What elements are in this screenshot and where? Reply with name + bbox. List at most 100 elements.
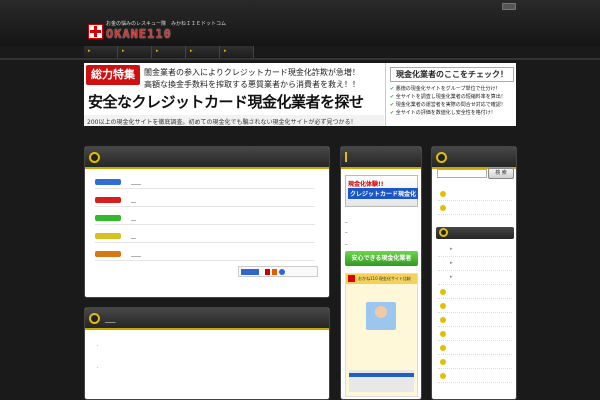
panel-header [432, 147, 516, 169]
checklist: 悪徳の現金化サイトをグループ単位で仕分け！ 全サイトを調査し現金化業者の短縮料率… [390, 85, 516, 117]
panel-header: ___ [85, 308, 329, 330]
thumbnail-footer [349, 370, 414, 392]
checklist-item: 全サイトの評価を数値化し安全性を格付け！ [390, 109, 516, 117]
panel-header [85, 147, 329, 169]
bullet-icon [440, 317, 446, 323]
nav-item-2[interactable]: ▸ [118, 46, 152, 58]
site-logo[interactable]: お金の悩みのレスキュー隊 みかねＩＩＥドットコム OKANE110 [88, 20, 238, 42]
nav-arrow-icon: ▸ [190, 48, 193, 54]
sidebar-subheader [436, 227, 514, 239]
thumbnail-header: おかね110 現金化サイト比較 [346, 274, 417, 284]
feature-banner[interactable]: 総力特集 闇金業者の参入によりクレジットカード現金化詐欺が急増！ 高額な換金手数… [84, 63, 516, 126]
nav-item-4[interactable]: ▸ [186, 46, 220, 58]
red-cross-icon [88, 24, 103, 39]
checklist-title: 現金化業者のここをチェック！ [390, 67, 514, 82]
list-item[interactable]: ▸ [438, 271, 512, 285]
checklist-item: 現金化業者の運営者を実際の問合せ対応で確認！ [390, 101, 516, 109]
nav-item-1[interactable]: ▸ [84, 46, 118, 58]
sidebar-link-list: ▸ ▸ ▸ [438, 243, 512, 383]
arrow-icon: ▸ [450, 260, 453, 266]
bookmark-icon[interactable] [241, 269, 259, 275]
list-item[interactable]: ____ [95, 249, 315, 261]
sidebar-banner-blue-text: クレジットカード現金化 [348, 188, 419, 199]
row-label: __ [131, 197, 136, 203]
ring-icon [439, 228, 448, 237]
checklist-item: 悪徳の現金化サイトをグループ単位で仕分け！ [390, 85, 516, 93]
list-item[interactable] [438, 201, 512, 215]
nav-arrow-icon: ▸ [224, 48, 227, 54]
list-item[interactable]: ▸ [438, 243, 512, 257]
site-screenshot-thumbnail[interactable]: おかね110 現金化サイト比較 [345, 273, 418, 397]
arrow-icon: ▸ [450, 246, 453, 252]
list-item[interactable]: __ [95, 213, 315, 225]
orange-bar [95, 251, 121, 257]
list-item[interactable]: ____ [95, 177, 315, 189]
list-item[interactable]: ▸ [438, 257, 512, 271]
row-label: __ [131, 215, 136, 221]
row-label: __ [131, 233, 136, 239]
safe-vendor-button[interactable]: 安心できる現金化業者 [345, 251, 418, 266]
list-item[interactable] [438, 327, 512, 341]
bullet-icon [440, 289, 446, 295]
content-dash: _ [345, 217, 348, 223]
red-cross-icon [348, 275, 355, 282]
social-bookmark-badges [238, 266, 318, 277]
red-bar [95, 197, 121, 203]
yellow-bar [95, 233, 121, 239]
row-label: ____ [131, 179, 141, 185]
search-button[interactable]: 検 索 [488, 168, 514, 179]
nav-arrow-icon: ▸ [88, 48, 91, 54]
bullet-icon [440, 359, 446, 365]
logo-tagline: お金の悩みのレスキュー隊 みかねＩＩＥドットコム [106, 21, 227, 27]
content-dot: . [97, 364, 99, 370]
bullet-icon [440, 205, 446, 211]
nav-arrow-icon: ▸ [156, 48, 159, 54]
person-photo [366, 302, 396, 330]
blue-bar [95, 179, 121, 185]
banner-line-2: 高額な換金手数料を搾取する悪質業者から消費者を救え！！ [144, 80, 360, 89]
panel-header [341, 147, 421, 169]
bookmark-icon[interactable] [272, 269, 277, 275]
list-item[interactable] [438, 299, 512, 313]
search-input[interactable] [437, 169, 487, 178]
main-panel-secondary: ___ . . [84, 307, 330, 400]
main-nav: ▸ ▸ ▸ ▸ ▸ [84, 46, 254, 58]
ring-icon [89, 152, 100, 163]
arrow-icon: ▸ [450, 274, 453, 280]
banner-badge: 総力特集 [86, 65, 140, 85]
list-item[interactable] [438, 187, 512, 201]
bullet-icon [440, 303, 446, 309]
banner-line-1: 闇金業者の参入によりクレジットカード現金化詐欺が急増！ [144, 68, 360, 77]
list-item[interactable]: __ [95, 231, 315, 243]
list-item[interactable] [438, 313, 512, 327]
ring-icon [436, 152, 447, 163]
list-item[interactable] [438, 355, 512, 369]
list-item[interactable] [438, 285, 512, 299]
green-bar [95, 215, 121, 221]
content-dash: _ [345, 239, 348, 245]
top-right-button[interactable] [502, 3, 516, 10]
main-panel-ranking: ____ __ __ __ ____ [84, 146, 330, 298]
banner-checklist: 現金化業者のここをチェック！ 悪徳の現金化サイトをグループ単位で仕分け！ 全サイ… [385, 63, 516, 126]
bookmark-icon[interactable] [265, 269, 270, 275]
nav-arrow-icon: ▸ [122, 48, 125, 54]
ring-icon [89, 313, 100, 324]
sidebar-panel-center: 現金化体験!! クレジットカード現金化 _ _ _ 安心できる現金化業者 おかね… [340, 146, 422, 400]
bullet-icon [440, 373, 446, 379]
sidebar-link-list [438, 187, 512, 215]
nav-item-3[interactable]: ▸ [152, 46, 186, 58]
sidebar-panel-right: 検 索 ▸ ▸ ▸ [431, 146, 517, 400]
checklist-item: 全サイトを調査し現金化業者の短縮料率を算出！ [390, 93, 516, 101]
sidebar-banner-red-text: 現金化体験!! [348, 181, 384, 188]
list-item[interactable] [438, 341, 512, 355]
list-item[interactable]: __ [95, 195, 315, 207]
nav-divider [0, 58, 600, 60]
nav-item-5[interactable]: ▸ [220, 46, 254, 58]
bookmark-icon[interactable] [279, 269, 285, 275]
content-dash: _ [345, 227, 348, 233]
site-header: お金の悩みのレスキュー隊 みかねＩＩＥドットコム OKANE110 [0, 0, 600, 46]
content-dot: . [97, 342, 99, 348]
sidebar-banner[interactable]: 現金化体験!! クレジットカード現金化 [345, 175, 419, 207]
bullet-icon [440, 345, 446, 351]
list-item[interactable] [438, 369, 512, 383]
